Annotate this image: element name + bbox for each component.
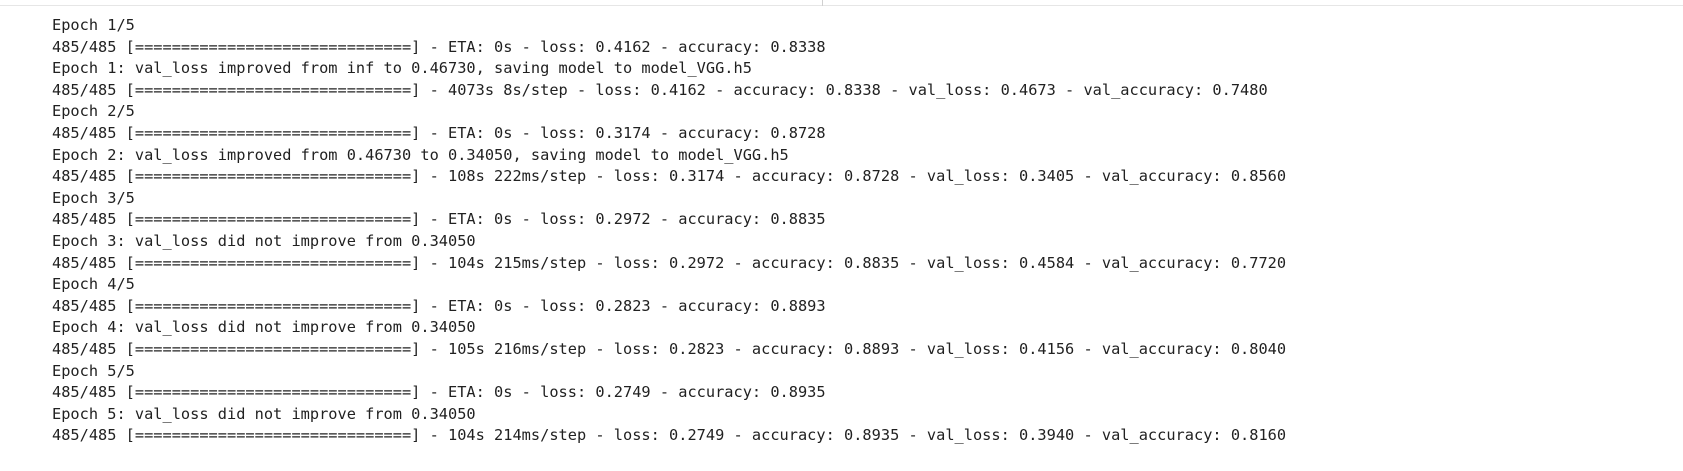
top-divider [822,0,823,6]
log-line: 485/485 [==============================]… [52,296,826,315]
top-rule [0,0,1683,6]
log-line: 485/485 [==============================]… [52,426,1287,445]
log-line: Epoch 1: val_loss improved from inf to 0… [52,59,752,78]
log-line: Epoch 2: val_loss improved from 0.46730 … [52,145,789,164]
log-line: Epoch 5: val_loss did not improve from 0… [52,404,476,423]
log-line: 485/485 [==============================]… [52,123,826,142]
cell-output: Epoch 1/5 485/485 [=====================… [52,15,1673,447]
log-line: 485/485 [==============================]… [52,37,826,56]
log-line: 485/485 [==============================]… [52,210,826,229]
log-line: Epoch 5/5 [52,361,135,380]
log-line: Epoch 1/5 [52,16,135,34]
log-line: 485/485 [==============================]… [52,253,1287,272]
log-line: Epoch 2/5 [52,102,135,121]
log-line: 485/485 [==============================]… [52,80,1268,99]
log-line: Epoch 4: val_loss did not improve from 0… [52,318,476,337]
log-line: 485/485 [==============================]… [52,167,1287,186]
log-line: Epoch 3: val_loss did not improve from 0… [52,231,476,250]
log-line: 485/485 [==============================]… [52,339,1287,358]
log-line: Epoch 3/5 [52,188,135,207]
log-line: Epoch 4/5 [52,275,135,294]
log-line: 485/485 [==============================]… [52,383,826,402]
